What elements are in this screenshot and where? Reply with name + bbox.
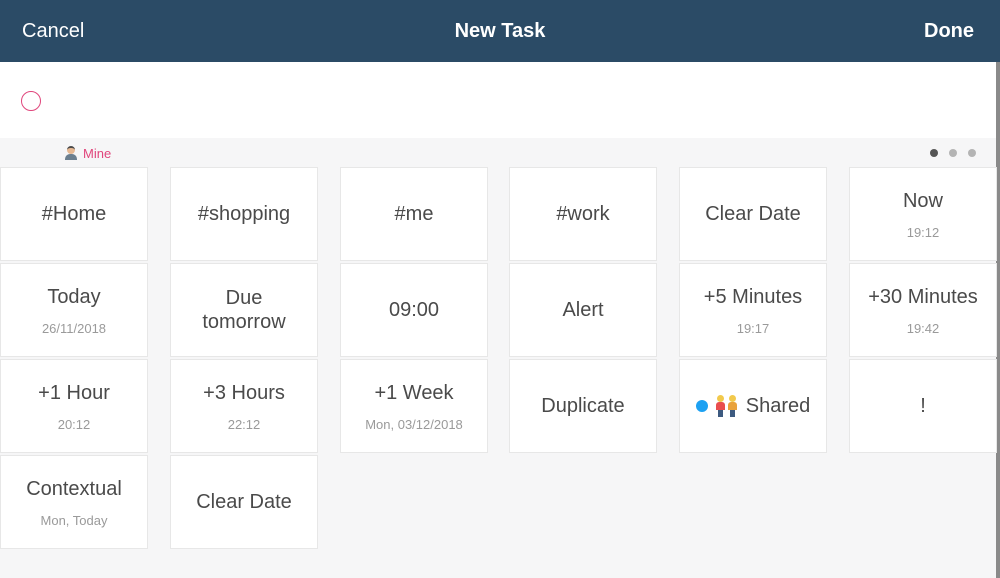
tile-subtitle: 22:12 — [227, 416, 261, 432]
tile-label: Duplicate — [541, 395, 625, 417]
done-button[interactable]: Done — [924, 0, 974, 62]
tile-label: #shopping — [197, 203, 291, 225]
tile-label: Clear Date — [705, 203, 801, 225]
action-tile[interactable]: +5 Minutes 19:17 — [679, 263, 827, 357]
action-tile[interactable]: Now 19:12 — [849, 167, 997, 261]
action-tile[interactable]: +30 Minutes 19:42 — [849, 263, 997, 357]
page-indicator — [919, 149, 976, 157]
complete-circle-icon[interactable] — [21, 91, 41, 111]
page-dot[interactable] — [930, 149, 938, 157]
tile-subtitle: 19:42 — [906, 320, 940, 336]
tile-label: Now — [902, 189, 943, 212]
action-tile[interactable]: +1 Hour 20:12 — [0, 359, 148, 453]
action-tile[interactable]: ! — [849, 359, 997, 453]
action-tile[interactable]: Alert — [509, 263, 657, 357]
action-tile[interactable]: #shopping — [170, 167, 318, 261]
tile-label: +5 Minutes — [703, 285, 803, 308]
action-tile[interactable]: 09:00 — [340, 263, 488, 357]
couple-icon — [715, 395, 738, 417]
tile-label: +3 Hours — [203, 381, 285, 404]
page-title: New Task — [454, 20, 546, 42]
tile-label: +1 Week — [374, 381, 454, 404]
shared-dot-icon — [695, 400, 708, 412]
action-tile[interactable]: +3 Hours 22:12 — [170, 359, 318, 453]
shared-row: Shared — [695, 394, 811, 418]
list-name: Mine — [83, 145, 112, 161]
action-tile[interactable]: #Home — [0, 167, 148, 261]
page-dot[interactable] — [968, 149, 976, 157]
tile-subtitle: 19:12 — [906, 224, 940, 240]
task-entry-row — [0, 62, 996, 138]
action-tile[interactable]: Clear Date — [679, 167, 827, 261]
list-selector-row: Mine — [0, 138, 996, 166]
tile-label: +1 Hour — [38, 381, 110, 404]
tile-label: #Home — [41, 203, 107, 225]
tile-label: 09:00 — [388, 299, 440, 321]
task-title-input[interactable] — [60, 84, 964, 120]
tile-label: Contextual — [26, 477, 122, 500]
tile-subtitle: 26/11/2018 — [41, 320, 107, 336]
tile-subtitle: Mon, 03/12/2018 — [365, 416, 463, 432]
action-tile[interactable]: #me — [340, 167, 488, 261]
action-tile[interactable]: Due tomorrow — [170, 263, 318, 357]
cancel-button[interactable]: Cancel — [22, 0, 84, 62]
tile-label: #me — [394, 203, 434, 225]
action-tile[interactable]: Shared — [679, 359, 827, 453]
person-icon — [64, 146, 78, 160]
tile-label: Shared — [745, 395, 811, 417]
page-dot[interactable] — [949, 149, 957, 157]
tile-label: +30 Minutes — [868, 285, 978, 308]
action-tile[interactable]: #work — [509, 167, 657, 261]
tile-label: Today — [47, 285, 101, 308]
tile-label: #work — [556, 203, 610, 225]
action-tile[interactable]: Today 26/11/2018 — [0, 263, 148, 357]
action-tile[interactable]: Duplicate — [509, 359, 657, 453]
tile-subtitle: 19:17 — [736, 320, 770, 336]
action-tile[interactable]: Clear Date — [170, 455, 318, 549]
tile-label: Alert — [562, 299, 604, 321]
tile-label: ! — [920, 395, 926, 417]
tile-label: Due tomorrow — [202, 287, 286, 333]
list-selector[interactable]: Mine — [64, 144, 111, 162]
tile-subtitle: 20:12 — [57, 416, 91, 432]
action-tile[interactable]: +1 Week Mon, 03/12/2018 — [340, 359, 488, 453]
tile-label: Clear Date — [196, 491, 292, 513]
action-tile[interactable]: Contextual Mon, Today — [0, 455, 148, 549]
navigation-bar: Cancel New Task Done — [0, 0, 1000, 62]
tile-subtitle: Mon, Today — [40, 512, 108, 528]
